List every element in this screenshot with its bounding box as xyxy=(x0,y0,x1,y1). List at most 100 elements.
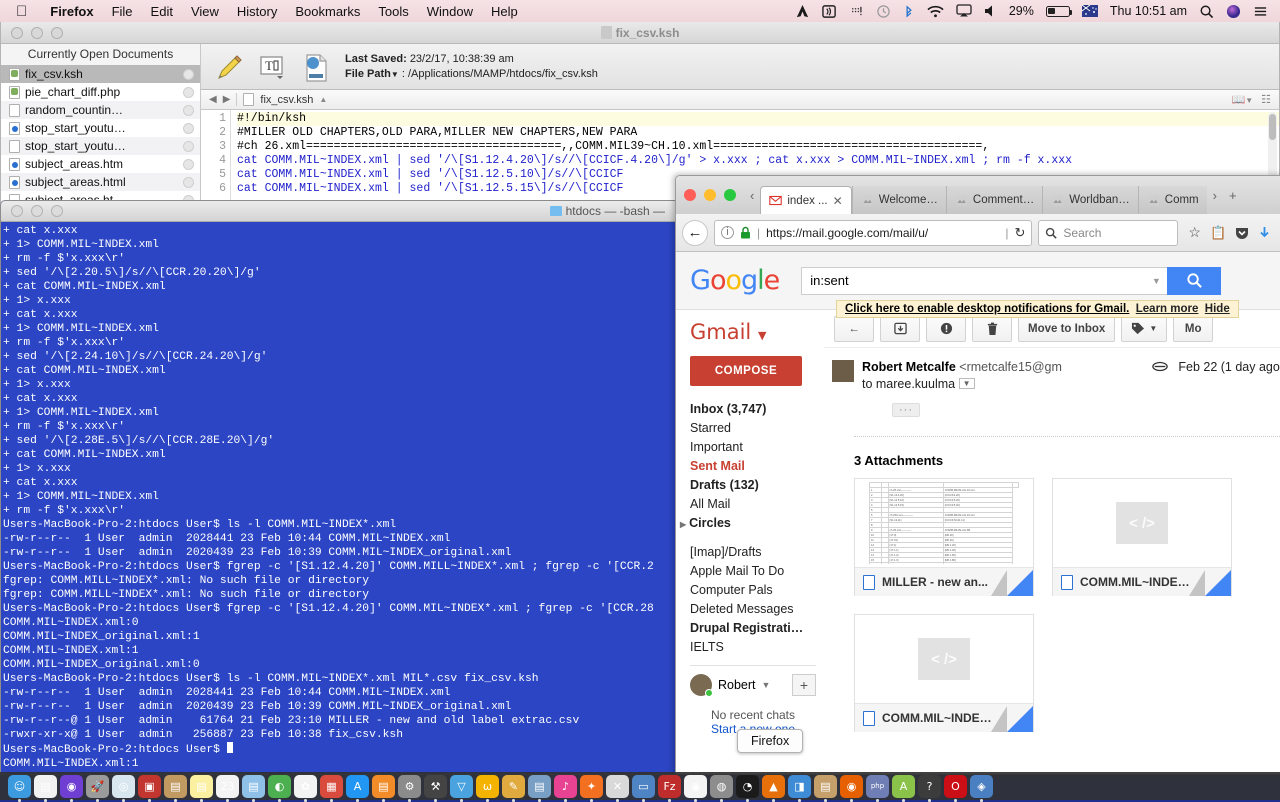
siri-icon[interactable]: ◉ xyxy=(60,774,83,802)
expand-quoted-text-button[interactable]: ··· xyxy=(892,403,920,417)
document-close-icon[interactable] xyxy=(183,122,194,134)
new-tab-icon[interactable]: + xyxy=(1223,176,1243,214)
terminal-output[interactable]: + cat x.xxx + 1> COMM.MIL~INDEX.xml + rm -… xyxy=(1,222,679,774)
display-icon[interactable]: ▭ xyxy=(632,774,655,802)
calendar-icon[interactable]: 23 xyxy=(216,774,239,802)
spotlight-search-icon[interactable] xyxy=(1193,4,1220,19)
system-preferences-icon[interactable]: ⚙ xyxy=(398,774,421,802)
notes-icon[interactable]: ▤ xyxy=(190,774,213,802)
sidebar-item-all-mail[interactable]: All Mail xyxy=(690,495,816,514)
airplay-audio-icon[interactable] xyxy=(816,4,843,19)
apple-logo-icon[interactable]:  xyxy=(16,4,27,19)
close-button[interactable] xyxy=(684,189,696,201)
download-corner-icon[interactable] xyxy=(1205,570,1231,596)
notification-hide[interactable]: Hide xyxy=(1205,303,1230,315)
notification-learn-more[interactable]: Learn more xyxy=(1136,303,1199,315)
terminal-alt-icon[interactable]: ω xyxy=(476,774,499,802)
new-chat-button[interactable]: + xyxy=(792,674,816,696)
trash-can-icon[interactable]: ▽ xyxy=(450,774,473,802)
nav-forward-icon[interactable]: ▶ xyxy=(223,94,231,105)
text-options-icon[interactable]: T xyxy=(257,51,287,83)
avast-icon[interactable] xyxy=(789,4,816,19)
menu-file[interactable]: File xyxy=(103,4,142,19)
sidebar-item-drupal-registration[interactable]: Drupal Registrati… xyxy=(690,619,816,638)
file-stepper-icon[interactable]: ▲ xyxy=(319,95,327,104)
sidebar-item-computer-pals[interactable]: Computer Pals xyxy=(690,581,816,600)
downloads-icon[interactable] xyxy=(1258,226,1271,240)
compose-button[interactable]: COMPOSE xyxy=(690,356,802,386)
image-capture-icon[interactable]: ▤ xyxy=(528,774,551,802)
tab-scroll-right-icon[interactable]: › xyxy=(1207,176,1223,214)
launchpad-icon[interactable]: 🚀 xyxy=(86,774,109,802)
menu-history[interactable]: History xyxy=(228,4,286,19)
document-close-icon[interactable] xyxy=(183,104,194,116)
photos-icon[interactable]: ✿ xyxy=(294,774,317,802)
tab-comment-1[interactable]: Comment… xyxy=(945,186,1043,214)
php-storm-icon[interactable]: php xyxy=(866,774,889,802)
sidebar-item-inbox[interactable]: Inbox (3,747) xyxy=(690,400,816,419)
recipient-details-caret-icon[interactable]: ▼ xyxy=(958,378,975,389)
document-close-icon[interactable] xyxy=(183,68,194,80)
desktop-notifications-banner[interactable]: Click here to enable desktop notificatio… xyxy=(836,300,1239,318)
search-bar[interactable]: Search xyxy=(1038,219,1179,246)
url-bar[interactable]: i | https://mail.google.com/mail/u/ | ↻ xyxy=(714,219,1033,246)
editor-navbar[interactable]: ◀ ▶ fix_csv.ksh ▲ 📖▼ ☷ xyxy=(201,90,1279,110)
tab-gmail[interactable]: index ... ✕ xyxy=(760,186,852,214)
document-item-subject-areas-html[interactable]: subject_areas.html xyxy=(1,173,200,191)
siri-icon[interactable] xyxy=(1220,4,1247,19)
photo-booth-icon[interactable]: ▣ xyxy=(138,774,161,802)
sidebar-item-important[interactable]: Important xyxy=(690,438,816,457)
blender-icon[interactable]: ◍ xyxy=(710,774,733,802)
tab-welcome[interactable]: Welcome… xyxy=(851,186,946,214)
document-item-stop-start-youtube-1[interactable]: stop_start_youtu… xyxy=(1,119,200,137)
textedit-icon[interactable]: ▤ xyxy=(34,774,57,802)
wrench-tool-icon[interactable]: ⚒ xyxy=(424,774,447,802)
editor-titlebar[interactable]: fix_csv.ksh xyxy=(1,22,1279,44)
reader-list-icon[interactable]: 📋 xyxy=(1210,225,1226,241)
clock-label[interactable]: Thu 10:51 am xyxy=(1104,4,1193,18)
mac-dock[interactable]: ☺ ▤ ◉ 🚀 ◎ ▣ ▤ ▤ 23 ▤ ◐ ✿ ▦ A ▤ ⚙ ⚒ ▽ ω ✎ ▤ ♪ ✦ ✕ ▭ Fz ◉ ◍ ◔ ▲ ◨ ▤ ◉ php A?… xyxy=(0,772,1280,802)
book-icon[interactable]: 📖▼ xyxy=(1232,93,1254,106)
window-split-icon[interactable]: ☷ xyxy=(1261,93,1271,106)
keyboard-input-icon[interactable] xyxy=(843,4,870,19)
attachment-card-comm-mil-1[interactable]: < /> COMM.MIL~INDE… xyxy=(1052,478,1232,596)
sidebar-item-imap-drafts[interactable]: [Imap]/Drafts xyxy=(690,543,816,562)
contacts-icon[interactable]: ▤ xyxy=(164,774,187,802)
terminal-titlebar[interactable]: htdocs — -bash — xyxy=(1,201,679,222)
search-options-caret-icon[interactable]: ▼ xyxy=(1145,266,1168,295)
document-close-icon[interactable] xyxy=(183,158,194,170)
chrome-icon[interactable]: ◉ xyxy=(684,774,707,802)
gmail-brand[interactable]: Gmail ▼ xyxy=(690,320,816,344)
sidebar-item-sent-mail[interactable]: Sent Mail xyxy=(690,457,816,476)
open-documents-panel[interactable]: Currently Open Documents fix_csv.ksh pie… xyxy=(1,44,201,206)
sidebar-item-circles[interactable]: ▶ Circles xyxy=(680,514,816,534)
filezilla-icon[interactable]: Fz xyxy=(658,774,681,802)
volume-icon[interactable] xyxy=(978,4,1003,18)
firefox-nav-toolbar[interactable]: ← i | https://mail.google.com/mail/u/ | … xyxy=(676,214,1280,252)
labels-button[interactable]: ▼ xyxy=(1121,315,1168,342)
pencil-icon[interactable] xyxy=(213,51,243,83)
nav-back-icon[interactable]: ◀ xyxy=(209,94,217,105)
menu-help[interactable]: Help xyxy=(482,4,527,19)
battery-icon[interactable] xyxy=(1040,5,1076,17)
gmail-search-input[interactable] xyxy=(801,266,1146,295)
gmail-search[interactable]: ▼ xyxy=(801,266,1222,295)
minimize-button[interactable] xyxy=(704,189,716,201)
itunes-icon[interactable]: ♪ xyxy=(554,774,577,802)
chat-user-row[interactable]: Robert ▼ + xyxy=(690,674,816,697)
menu-window[interactable]: Window xyxy=(418,4,482,19)
xquartz-icon[interactable]: ✕ xyxy=(606,774,629,802)
wifi-icon[interactable] xyxy=(921,4,950,19)
sidebar-item-ielts[interactable]: IELTS xyxy=(690,638,816,657)
opera-icon[interactable]: O xyxy=(944,774,967,802)
editor-toolbar[interactable]: T Last Saved: 23/2/17, 10:38:39 am File … xyxy=(201,44,1279,90)
virtualbox-icon[interactable]: ◨ xyxy=(788,774,811,802)
gmail-reading-pane[interactable]: ← Move to Inbox ▼ Mo Robert Metcalfe <rm… xyxy=(816,310,1280,774)
back-to-list-button[interactable]: ← xyxy=(834,315,874,342)
delete-button[interactable] xyxy=(972,315,1012,342)
download-corner-icon[interactable] xyxy=(1007,706,1033,732)
tab-close-icon[interactable]: ✕ xyxy=(833,194,843,208)
tab-comment-2[interactable]: Comm xyxy=(1137,186,1207,214)
safari-icon[interactable]: ◎ xyxy=(112,774,135,802)
netbeans-icon[interactable]: ◔ xyxy=(736,774,759,802)
